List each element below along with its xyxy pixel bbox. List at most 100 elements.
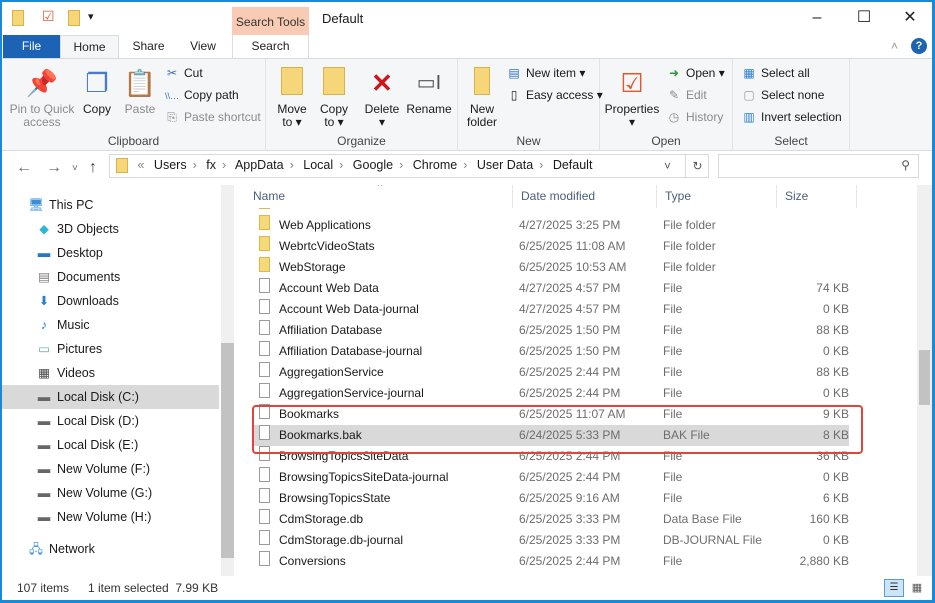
- select-group-label: Select: [774, 134, 808, 148]
- file-row[interactable]: Conversions 6/25/2025 2:44 PM File 2,880…: [253, 551, 849, 572]
- nav-item-new-volume-f[interactable]: ▬ New Volume (F:): [2, 457, 219, 481]
- breadcrumb-default[interactable]: Default: [553, 158, 593, 172]
- edit-button[interactable]: ✎ Edit: [666, 85, 707, 105]
- open-button[interactable]: ➜ Open ▾: [666, 63, 725, 83]
- nav-item-local-disk-d[interactable]: ▬ Local Disk (D:): [2, 409, 219, 433]
- file-row[interactable]: WebStorage 6/25/2025 10:53 AM File folde…: [253, 257, 849, 278]
- file-row[interactable]: VideoDecodeStats 6/25/2025 9:56 AM File …: [253, 208, 849, 215]
- new-folder-quick-icon[interactable]: [68, 10, 80, 26]
- nav-item-network[interactable]: 🖧 Network: [2, 537, 219, 561]
- nav-item-downloads[interactable]: ⬇ Downloads: [2, 289, 219, 313]
- file-row[interactable]: Affiliation Database-journal 6/25/2025 1…: [253, 341, 849, 362]
- nav-item-documents[interactable]: ▤ Documents: [2, 265, 219, 289]
- details-view-icon[interactable]: ☰: [884, 579, 904, 597]
- rename-button[interactable]: ▭I Rename: [406, 67, 452, 116]
- column-header-date[interactable]: Date modified: [513, 185, 657, 208]
- breadcrumb-google[interactable]: Google: [353, 158, 393, 172]
- column-header-size[interactable]: Size: [777, 185, 857, 208]
- breadcrumb-fx[interactable]: fx: [206, 158, 216, 172]
- scrollbar-thumb[interactable]: [221, 343, 234, 558]
- file-row[interactable]: Account Web Data-journal 4/27/2025 4:57 …: [253, 299, 849, 320]
- recent-locations-button[interactable]: ˅: [72, 163, 78, 174]
- move-to-button[interactable]: Move to ▾: [274, 67, 310, 129]
- file-size: 0 KB: [822, 533, 849, 547]
- file-icon: [259, 488, 270, 503]
- tab-search[interactable]: Search: [232, 35, 309, 58]
- file-date: 6/25/2025 9:56 AM: [519, 208, 620, 215]
- nav-item-music[interactable]: ♪ Music: [2, 313, 219, 337]
- tab-view[interactable]: View: [177, 35, 229, 58]
- history-icon: ◷: [668, 110, 680, 124]
- file-row[interactable]: BrowsingTopicsState 6/25/2025 9:16 AM Fi…: [253, 488, 849, 509]
- file-row[interactable]: CdmStorage.db-journal 6/25/2025 3:33 PM …: [253, 530, 849, 551]
- maximize-button[interactable]: ☐: [844, 6, 884, 30]
- paste-button[interactable]: 📋 Paste: [120, 67, 160, 116]
- pin-to-quick-access-button[interactable]: 📌 Pin to Quick access: [8, 67, 76, 129]
- breadcrumb-chrome[interactable]: Chrome: [413, 158, 457, 172]
- breadcrumb-appdata[interactable]: AppData: [235, 158, 284, 172]
- invert-selection-icon: ▥: [743, 110, 755, 124]
- file-type: File folder: [663, 260, 716, 274]
- paste-shortcut-button[interactable]: ⎘ Paste shortcut: [164, 107, 261, 127]
- file-row[interactable]: BrowsingTopicsSiteData-journal 6/25/2025…: [253, 467, 849, 488]
- scrollbar-thumb[interactable]: [919, 350, 930, 405]
- breadcrumb-users[interactable]: Users: [154, 158, 187, 172]
- nav-item-label: This PC: [49, 198, 94, 212]
- customize-quick-access-icon[interactable]: ▾: [88, 10, 94, 23]
- close-button[interactable]: ✕: [890, 6, 930, 30]
- nav-item-videos[interactable]: ▦ Videos: [2, 361, 219, 385]
- address-dropdown-icon[interactable]: ˅: [664, 159, 671, 173]
- nav-item-new-volume-g[interactable]: ▬ New Volume (G:): [2, 481, 219, 505]
- file-row[interactable]: AggregationService 6/25/2025 2:44 PM Fil…: [253, 362, 849, 383]
- properties-quick-icon[interactable]: ☑: [42, 8, 55, 25]
- select-none-button[interactable]: ▢ Select none: [741, 85, 824, 105]
- copy-to-button[interactable]: Copy to ▾: [316, 67, 352, 129]
- breadcrumb-user-data[interactable]: User Data: [477, 158, 533, 172]
- breadcrumb-local[interactable]: Local: [303, 158, 333, 172]
- invert-selection-button[interactable]: ▥ Invert selection: [741, 107, 841, 127]
- select-all-button[interactable]: ▦ Select all: [741, 63, 809, 83]
- new-item-button[interactable]: ▤ New item ▾: [506, 63, 585, 83]
- minimize-button[interactable]: –: [797, 6, 837, 30]
- nav-item-local-disk-e[interactable]: ▬ Local Disk (E:): [2, 433, 219, 457]
- new-item-icon: ▤: [508, 66, 520, 80]
- file-row[interactable]: Web Applications 4/27/2025 3:25 PM File …: [253, 215, 849, 236]
- history-button[interactable]: ◷ History: [666, 107, 724, 127]
- column-header-type[interactable]: Type: [657, 185, 777, 208]
- file-row[interactable]: Account Web Data 4/27/2025 4:57 PM File …: [253, 278, 849, 299]
- tab-share[interactable]: Share: [120, 35, 177, 58]
- breadcrumb-overflow[interactable]: «: [137, 158, 144, 172]
- nav-pane-scrollbar[interactable]: [221, 185, 234, 576]
- nav-item-pictures[interactable]: ▭ Pictures: [2, 337, 219, 361]
- address-bar[interactable]: « Users › fx › AppData › Local › Google › Chr…: [109, 154, 709, 178]
- file-row[interactable]: Affiliation Database 6/25/2025 1:50 PM F…: [253, 320, 849, 341]
- properties-button[interactable]: ☑ Properties ▾: [604, 67, 660, 129]
- folder-icon: [259, 208, 270, 209]
- delete-button[interactable]: ✕ Delete ▾: [362, 67, 402, 129]
- nav-item-local-disk-c[interactable]: ▬ Local Disk (C:): [2, 385, 219, 409]
- search-input[interactable]: ⚲: [718, 154, 919, 178]
- new-folder-button[interactable]: New folder: [462, 67, 502, 129]
- copy-button[interactable]: ❐ Copy: [80, 67, 114, 116]
- nav-item-3d-objects[interactable]: ◆ 3D Objects: [2, 217, 219, 241]
- up-button[interactable]: ↑: [89, 159, 97, 177]
- tab-file[interactable]: File: [3, 35, 60, 58]
- copy-path-button[interactable]: \\… Copy path: [164, 85, 239, 105]
- cut-button[interactable]: ✂ Cut: [164, 63, 203, 83]
- nav-item-this-pc[interactable]: 🖥 This PC: [2, 193, 219, 217]
- large-icons-view-icon[interactable]: ▦: [907, 579, 927, 597]
- back-button[interactable]: ←: [16, 159, 32, 177]
- file-row[interactable]: AggregationService-journal 6/25/2025 2:4…: [253, 383, 849, 404]
- title-bar: ☑ ▾ Search Tools Default – ☐ ✕: [2, 2, 932, 35]
- file-list-scrollbar[interactable]: [917, 185, 932, 576]
- tab-home[interactable]: Home: [60, 35, 119, 59]
- file-row[interactable]: CdmStorage.db 6/25/2025 3:33 PM Data Bas…: [253, 509, 849, 530]
- nav-item-desktop[interactable]: ▬ Desktop: [2, 241, 219, 265]
- file-row[interactable]: WebrtcVideoStats 6/25/2025 11:08 AM File…: [253, 236, 849, 257]
- refresh-icon[interactable]: ↻: [685, 155, 709, 177]
- easy-access-button[interactable]: ▯ Easy access ▾: [506, 85, 603, 105]
- forward-button[interactable]: →: [46, 159, 62, 177]
- help-icon[interactable]: ?: [911, 38, 927, 54]
- collapse-ribbon-icon[interactable]: ˄: [891, 39, 898, 53]
- nav-item-new-volume-h[interactable]: ▬ New Volume (H:): [2, 505, 219, 529]
